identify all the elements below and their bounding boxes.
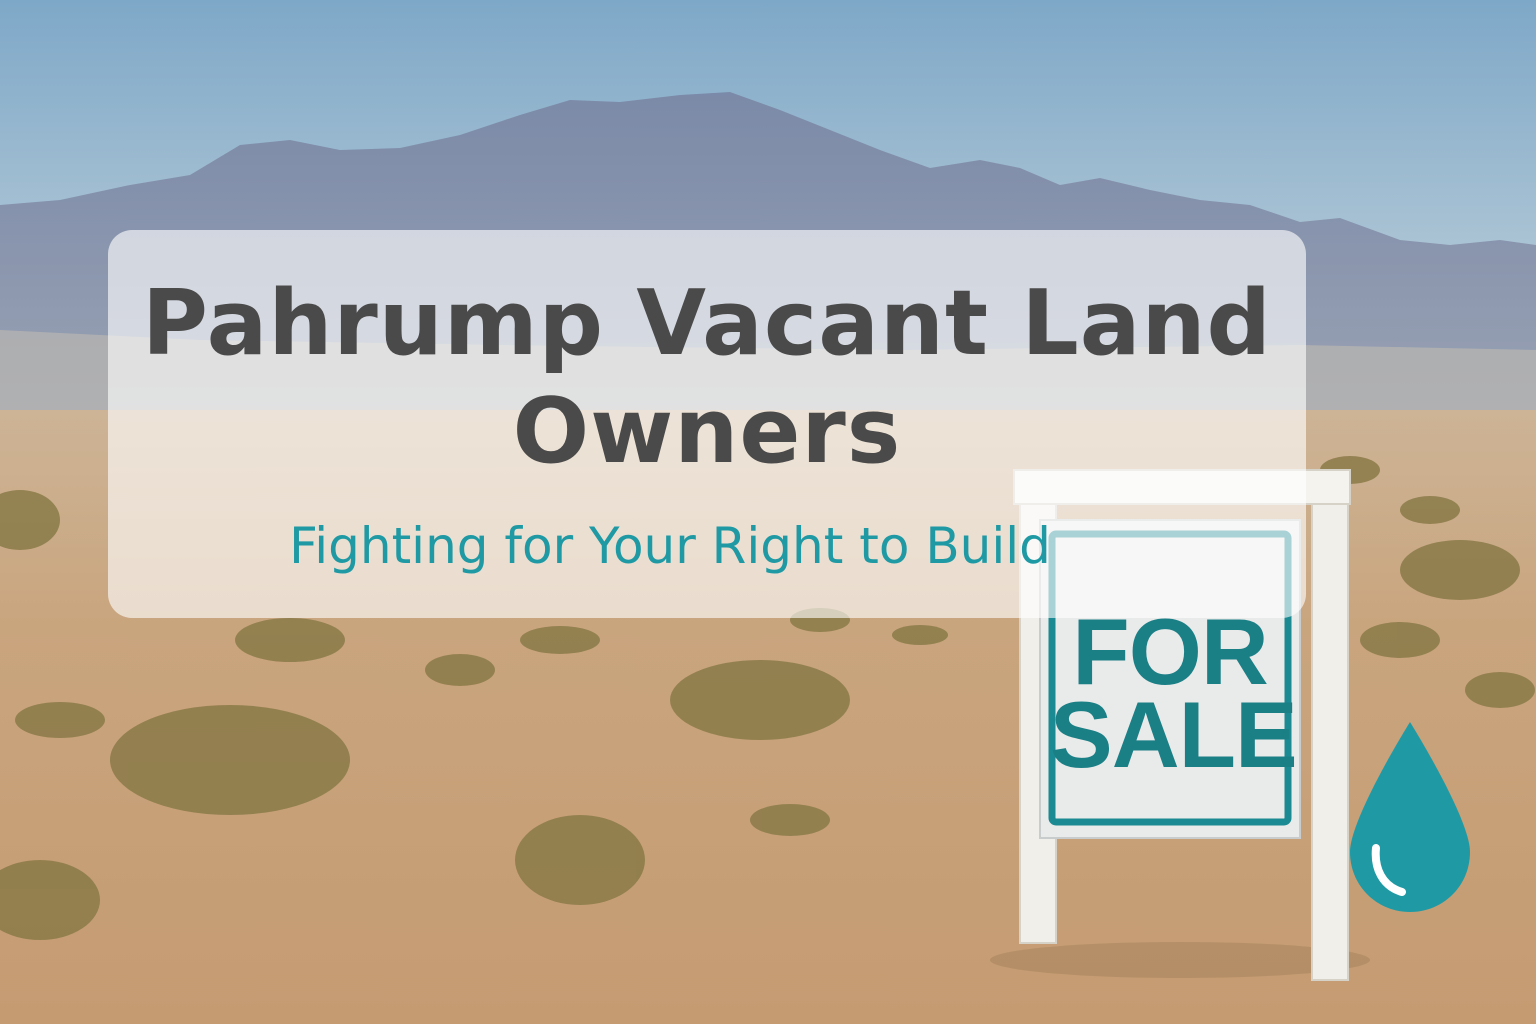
page-title-line-1: Pahrump Vacant Land — [142, 271, 1272, 376]
page-subtitle: Fighting for Your Right to Build — [289, 517, 1051, 575]
water-drop-icon — [1350, 722, 1470, 912]
page-title: Pahrump Vacant Land Owners — [0, 270, 1414, 486]
sign-text-sale: SALE — [1050, 682, 1298, 787]
hero-scene: FOR SALE Pahrump Vacant Land Owners Figh… — [0, 0, 1536, 1024]
page-title-line-2: Owners — [512, 379, 902, 484]
